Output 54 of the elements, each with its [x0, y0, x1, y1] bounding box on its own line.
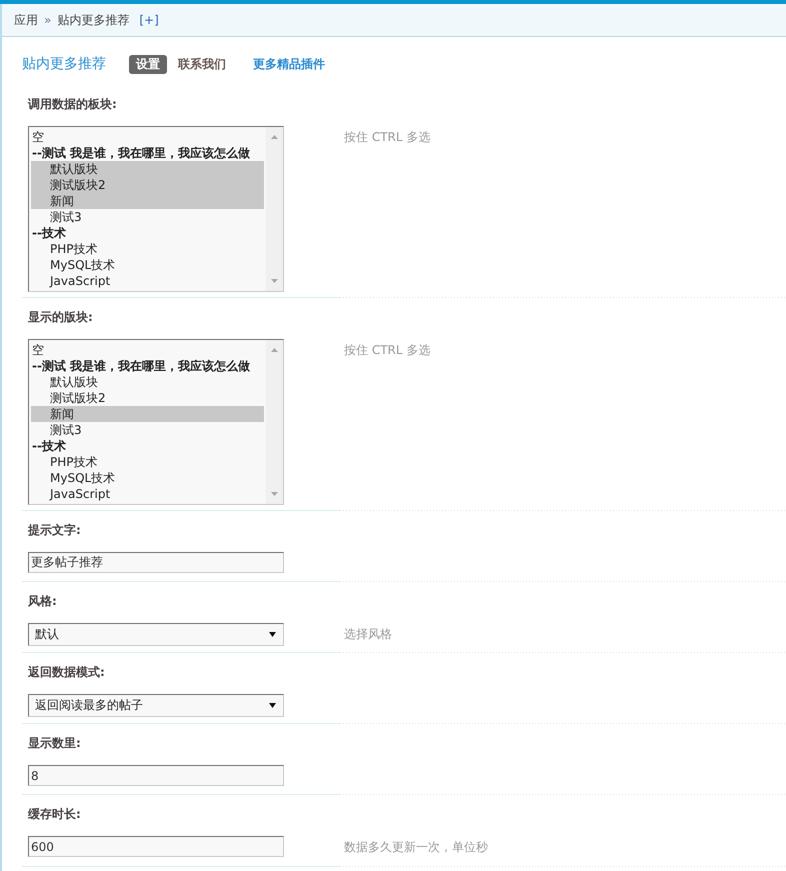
text-input[interactable]: 8	[28, 765, 284, 786]
setting-label: 调用数据的板块:	[28, 96, 117, 112]
list-option[interactable]: 空	[31, 342, 264, 358]
nav-tab[interactable]: 联系我们	[171, 54, 233, 74]
up-arrow-icon[interactable]	[271, 348, 278, 352]
text-input[interactable]: 600	[28, 836, 284, 857]
list-option[interactable]: --技术	[31, 438, 264, 454]
add-shortcut-link[interactable]: [+]	[139, 13, 159, 27]
list-option[interactable]: MySQL技术	[31, 470, 264, 486]
dropdown-select[interactable]: 默认	[28, 623, 284, 646]
down-arrow-icon[interactable]	[271, 279, 278, 283]
list-option[interactable]: 测试版块2	[31, 177, 264, 193]
down-arrow-icon[interactable]	[271, 492, 278, 496]
list-option[interactable]: JavaScript	[31, 486, 264, 502]
hint-text: 选择风格	[344, 626, 392, 643]
scrollbar[interactable]	[266, 340, 283, 504]
hint-text: 数据多久更新一次，单位秒	[344, 839, 488, 856]
setting-label: 风格:	[28, 593, 57, 609]
list-option[interactable]: 新闻	[31, 193, 264, 209]
setting-label: 返回数据模式:	[28, 664, 105, 680]
caret-down-icon	[269, 632, 276, 637]
plugin-title: 贴内更多推荐	[22, 55, 106, 73]
breadcrumb-separator: »	[44, 13, 52, 27]
list-option[interactable]: --测试 我是谁，我在哪里，我应该怎么做	[31, 145, 264, 161]
multi-select-list[interactable]: 空 --测试 我是谁，我在哪里，我应该怎么做 默认版块 测试版块2 新闻 测试3 --技术 PHP技术 MySQL技术 JavaScript	[28, 126, 284, 292]
list-option[interactable]: 默认版块	[31, 374, 264, 390]
dropdown-select[interactable]: 返回阅读最多的帖子	[28, 694, 284, 717]
hint-text: 按住 CTRL 多选	[344, 129, 430, 146]
list-option[interactable]: 默认版块	[31, 161, 264, 177]
list-option[interactable]: PHP技术	[31, 241, 264, 257]
hint-text: 按住 CTRL 多选	[344, 342, 430, 359]
list-option[interactable]: 测试版块2	[31, 390, 264, 406]
setting-label: 缓存时长:	[28, 806, 81, 822]
list-option[interactable]: 空	[31, 129, 264, 145]
nav-tab[interactable]: 设置	[129, 54, 167, 74]
caret-down-icon	[269, 703, 276, 708]
up-arrow-icon[interactable]	[271, 135, 278, 139]
list-option[interactable]: 新闻	[31, 406, 264, 422]
breadcrumb-current: 贴内更多推荐	[57, 12, 130, 28]
list-option[interactable]: MySQL技术	[31, 257, 264, 273]
list-option[interactable]: JavaScript	[31, 273, 264, 289]
breadcrumb-link[interactable]: 应用	[14, 12, 38, 28]
list-option[interactable]: PHP技术	[31, 454, 264, 470]
setting-label: 显示的版块:	[28, 309, 93, 325]
text-input[interactable]: 更多帖子推荐	[28, 552, 284, 573]
list-option[interactable]: --测试 我是谁，我在哪里，我应该怎么做	[31, 358, 264, 374]
setting-label: 显示数里:	[28, 735, 81, 751]
setting-label: 提示文字:	[28, 522, 81, 538]
nav-link[interactable]: 更多精品插件	[246, 54, 332, 74]
multi-select-list[interactable]: 空 --测试 我是谁，我在哪里，我应该怎么做 默认版块 测试版块2 新闻 测试3 --技术 PHP技术 MySQL技术 JavaScript	[28, 339, 284, 505]
list-option[interactable]: --技术	[31, 225, 264, 241]
list-option[interactable]: 测试3	[31, 209, 264, 225]
scrollbar[interactable]	[266, 127, 283, 291]
list-option[interactable]: 测试3	[31, 422, 264, 438]
